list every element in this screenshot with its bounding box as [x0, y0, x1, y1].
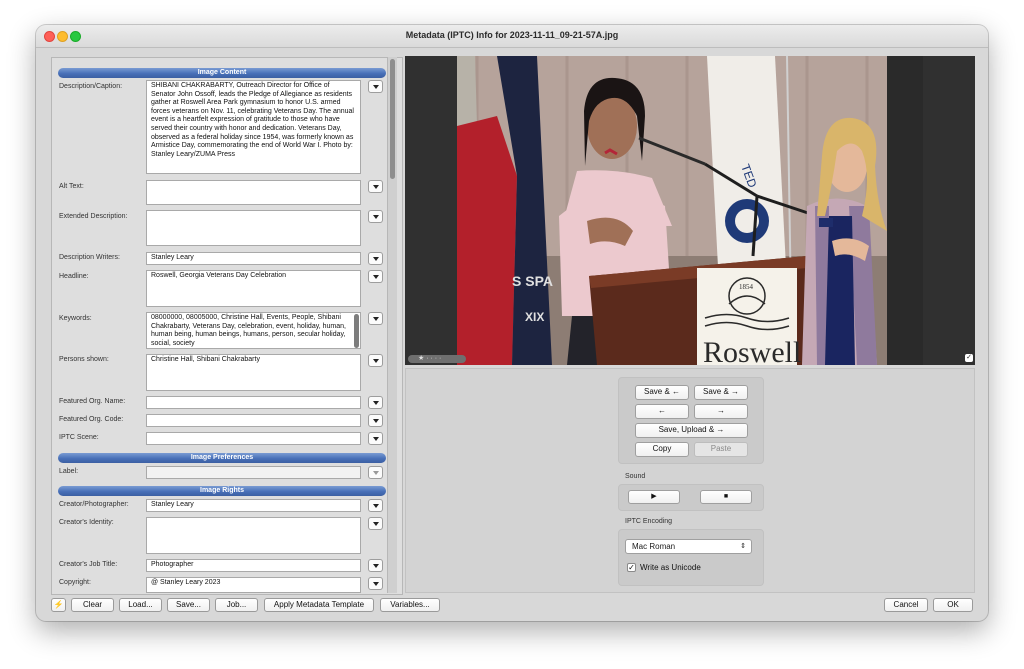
fields-scrollbar-thumb[interactable]	[390, 59, 395, 179]
write-as-unicode-label: Write as Unicode	[640, 563, 701, 572]
podium-year: 1854	[739, 283, 754, 291]
featured-org-code-field[interactable]	[146, 414, 361, 427]
ok-button[interactable]: OK	[933, 598, 973, 612]
previous-button[interactable]: ←	[635, 404, 689, 419]
fields-scrollbar[interactable]	[387, 57, 397, 593]
job-button[interactable]: Job...	[215, 598, 258, 612]
photo: S SPA XIX TED 1854 Roswell	[457, 56, 923, 365]
stop-button[interactable]: ■	[700, 490, 752, 504]
copy-button[interactable]: Copy	[635, 442, 689, 457]
save-upload-next-button[interactable]: Save, Upload & →	[635, 423, 748, 438]
extended-description-field[interactable]	[146, 210, 361, 246]
encoding-select[interactable]: Mac Roman ⇕	[625, 539, 752, 554]
description-field[interactable]: SHIBANI CHAKRABARTY, Outreach Director f…	[146, 80, 361, 174]
keywords-text: 08000000, 08005000, Christine Hall, Even…	[151, 314, 346, 347]
select-arrows-icon: ⇕	[740, 543, 746, 550]
metadata-fields-pane: Image Content Description/Caption: SHIBA…	[51, 57, 403, 595]
copyright-dropdown-button[interactable]	[368, 577, 383, 590]
iptc-scene-dropdown-button[interactable]	[368, 432, 383, 445]
copyright-field[interactable]: @ Stanley Leary 2023	[146, 577, 361, 593]
alt-text-label: Alt Text:	[59, 183, 84, 190]
star-rating-bar[interactable]: ★ · · · ·	[408, 355, 466, 363]
creator-dropdown-button[interactable]	[368, 499, 383, 512]
label-label: Label:	[59, 468, 79, 475]
encoding-group	[618, 529, 764, 586]
title-bar: Metadata (IPTC) Info for 2023-11-11_09-2…	[36, 25, 988, 48]
image-preview: S SPA XIX TED 1854 Roswell ★ · · · · ✓	[405, 56, 975, 365]
section-image-rights[interactable]: Image Rights	[58, 486, 386, 496]
variables-button[interactable]: Variables...	[380, 598, 440, 612]
section-image-preferences[interactable]: Image Preferences	[58, 453, 386, 463]
creator-field[interactable]: Stanley Leary	[146, 499, 361, 512]
creators-job-title-dropdown-button[interactable]	[368, 559, 383, 572]
creator-label: Creator/Photographer:	[59, 501, 129, 508]
play-button[interactable]: ▶	[628, 490, 680, 504]
encoding-selected-value: Mac Roman	[632, 542, 676, 551]
persons-shown-field[interactable]: Christine Hall, Shibani Chakrabarty	[146, 354, 361, 391]
description-label: Description/Caption:	[59, 83, 123, 90]
persons-shown-dropdown-button[interactable]	[368, 354, 383, 367]
iptc-scene-field[interactable]	[146, 432, 361, 445]
sound-header: Sound	[625, 473, 646, 480]
creators-identity-dropdown-button[interactable]	[368, 517, 383, 530]
creators-identity-field[interactable]	[146, 517, 361, 554]
section-image-content[interactable]: Image Content	[58, 68, 386, 78]
apply-metadata-template-button[interactable]: Apply Metadata Template	[264, 598, 374, 612]
alt-text-field[interactable]	[146, 180, 361, 205]
headline-label: Headline:	[59, 273, 89, 280]
featured-org-code-label: Featured Org. Code:	[59, 416, 124, 423]
paste-button[interactable]: Paste	[694, 442, 748, 457]
save-previous-button[interactable]: Save & ←	[635, 385, 689, 400]
keywords-field[interactable]: 08000000, 08005000, Christine Hall, Even…	[146, 312, 361, 349]
featured-org-code-dropdown-button[interactable]	[368, 414, 383, 427]
banner-text: S SPA	[512, 273, 553, 289]
load-button[interactable]: Load...	[119, 598, 162, 612]
featured-org-name-dropdown-button[interactable]	[368, 396, 383, 409]
cancel-button[interactable]: Cancel	[884, 598, 928, 612]
description-writers-field[interactable]: Stanley Leary	[146, 252, 361, 265]
save-next-button[interactable]: Save & →	[694, 385, 748, 400]
keywords-scrollbar[interactable]	[354, 314, 359, 348]
lightning-button[interactable]: ⚡	[51, 598, 66, 612]
headline-field[interactable]: Roswell, Georgia Veterans Day Celebratio…	[146, 270, 361, 307]
headline-dropdown-button[interactable]	[368, 270, 383, 283]
featured-org-name-field[interactable]	[146, 396, 361, 409]
keywords-label: Keywords:	[59, 315, 92, 322]
write-as-unicode-checkbox[interactable]: ✓	[627, 563, 636, 572]
extended-description-dropdown-button[interactable]	[368, 210, 383, 223]
extended-description-label: Extended Description:	[59, 213, 128, 220]
iptc-scene-label: IPTC Scene:	[59, 434, 99, 441]
featured-org-name-label: Featured Org. Name:	[59, 398, 126, 405]
creators-identity-label: Creator's Identity:	[59, 519, 114, 526]
banner-text-2: XIX	[525, 310, 544, 324]
persons-shown-label: Persons shown:	[59, 356, 109, 363]
creators-job-title-field[interactable]: Photographer	[146, 559, 361, 572]
creators-job-title-label: Creator's Job Title:	[59, 561, 118, 568]
save-button[interactable]: Save...	[167, 598, 210, 612]
description-dropdown-button[interactable]	[368, 80, 383, 93]
iptc-encoding-header: IPTC Encoding	[625, 518, 673, 525]
next-button[interactable]: →	[694, 404, 748, 419]
clear-button[interactable]: Clear	[71, 598, 114, 612]
controls-pane: Save & ← Save & → ← → Save, Upload & → C…	[405, 368, 975, 593]
image-select-checkbox[interactable]: ✓	[965, 354, 973, 362]
podium-text: Roswell	[703, 336, 801, 365]
label-dropdown-button[interactable]	[368, 466, 383, 479]
alt-text-dropdown-button[interactable]	[368, 180, 383, 193]
label-field[interactable]	[146, 466, 361, 479]
metadata-window: Metadata (IPTC) Info for 2023-11-11_09-2…	[36, 25, 988, 621]
copyright-label: Copyright:	[59, 579, 91, 586]
description-writers-label: Description Writers:	[59, 254, 120, 261]
description-writers-dropdown-button[interactable]	[368, 252, 383, 265]
window-title: Metadata (IPTC) Info for 2023-11-11_09-2…	[405, 30, 619, 40]
keywords-dropdown-button[interactable]	[368, 312, 383, 325]
